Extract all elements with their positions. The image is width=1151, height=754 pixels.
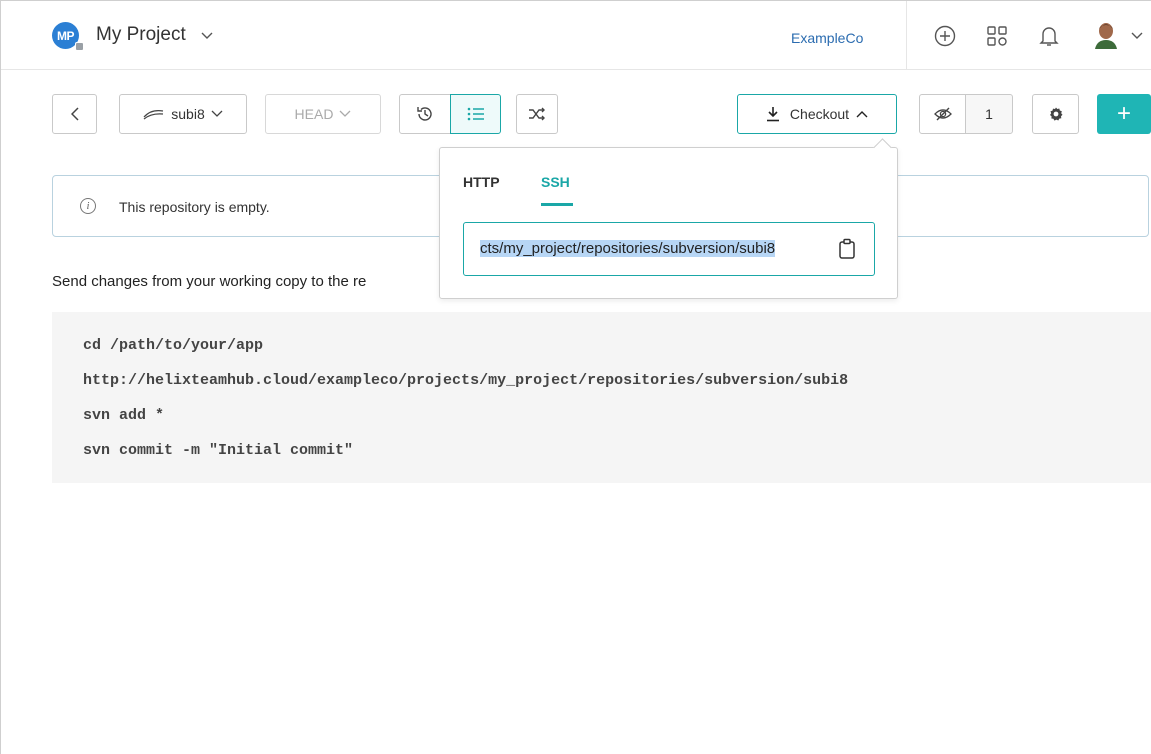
active-tab-indicator bbox=[541, 203, 573, 206]
watch-count[interactable]: 1 bbox=[965, 94, 1013, 134]
tab-http[interactable]: HTTP bbox=[463, 174, 500, 190]
compare-button[interactable] bbox=[516, 94, 558, 134]
settings-button[interactable] bbox=[1032, 94, 1079, 134]
info-icon: i bbox=[80, 198, 96, 214]
gear-icon bbox=[1049, 107, 1062, 121]
code-block: cd /path/to/your/app http://helixteamhub… bbox=[52, 312, 1151, 483]
code-line: svn add * bbox=[83, 407, 165, 424]
chevron-down-icon bbox=[339, 110, 351, 117]
history-icon bbox=[417, 107, 432, 121]
top-header: MP My Project ExampleCo bbox=[1, 1, 1151, 70]
apps-grid-icon[interactable] bbox=[984, 23, 1010, 49]
shuffle-icon bbox=[529, 107, 545, 121]
branch-selector[interactable]: subi8 bbox=[119, 94, 247, 134]
eye-off-icon bbox=[933, 107, 952, 121]
header-divider bbox=[906, 1, 907, 70]
list-icon bbox=[467, 107, 484, 121]
code-line: svn commit -m "Initial commit" bbox=[83, 442, 354, 459]
lock-icon bbox=[75, 42, 84, 51]
branch-label: subi8 bbox=[171, 106, 205, 122]
list-view-button[interactable] bbox=[450, 94, 501, 134]
empty-repo-message: This repository is empty. bbox=[119, 199, 270, 215]
code-line: http://helixteamhub.cloud/exampleco/proj… bbox=[83, 372, 849, 389]
chevron-left-icon bbox=[70, 107, 79, 121]
head-label: HEAD bbox=[294, 106, 334, 122]
watch-count-label: 1 bbox=[985, 106, 993, 122]
code-line: cd /path/to/your/app bbox=[83, 337, 264, 354]
organization-link[interactable]: ExampleCo bbox=[791, 30, 863, 46]
chevron-up-icon bbox=[856, 111, 868, 118]
watch-button[interactable] bbox=[919, 94, 966, 134]
tab-ssh[interactable]: SSH bbox=[541, 174, 570, 190]
clipboard-icon[interactable] bbox=[838, 238, 856, 260]
clone-url-value[interactable]: cts/my_project/repositories/subversion/s… bbox=[480, 240, 776, 257]
chevron-down-icon bbox=[211, 110, 223, 117]
instructions-text: Send changes from your working copy to t… bbox=[52, 273, 367, 290]
user-avatar[interactable] bbox=[1093, 21, 1119, 49]
head-selector[interactable]: HEAD bbox=[265, 94, 381, 134]
clone-url-field[interactable]: cts/my_project/repositories/subversion/s… bbox=[463, 222, 875, 276]
history-view-button[interactable] bbox=[399, 94, 451, 134]
chevron-down-icon[interactable] bbox=[201, 27, 213, 43]
checkout-label: Checkout bbox=[789, 106, 850, 122]
chevron-down-icon[interactable] bbox=[1131, 28, 1143, 43]
checkout-button[interactable]: Checkout bbox=[737, 94, 897, 134]
checkout-popover: HTTP SSH cts/my_project/repositories/sub… bbox=[439, 147, 898, 299]
add-button[interactable]: + bbox=[1097, 94, 1151, 134]
branch-icon bbox=[143, 109, 164, 120]
download-icon bbox=[766, 107, 779, 122]
back-button[interactable] bbox=[52, 94, 97, 134]
project-title[interactable]: My Project bbox=[96, 24, 186, 46]
add-circle-icon[interactable] bbox=[932, 23, 958, 49]
bell-icon[interactable] bbox=[1036, 23, 1062, 49]
app-window: MP My Project ExampleCo subi8 HEAD Check… bbox=[0, 0, 1151, 754]
